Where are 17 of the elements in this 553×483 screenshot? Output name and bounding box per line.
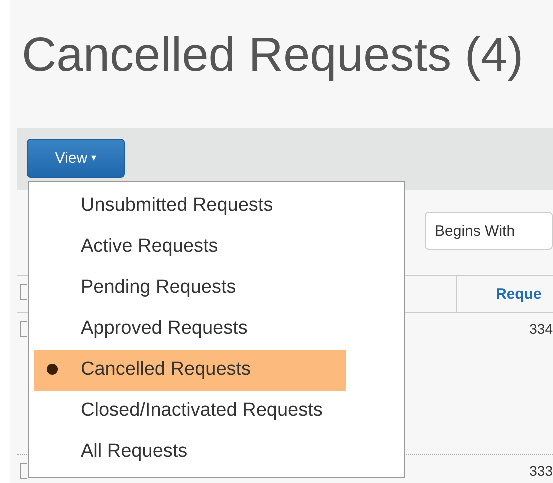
- menu-item[interactable]: Pending Requests: [34, 268, 346, 309]
- checkbox[interactable]: [20, 463, 27, 479]
- checkbox[interactable]: [20, 321, 27, 337]
- table-cell-text: 334: [528, 320, 553, 337]
- page-title: Cancelled Requests (4): [21, 28, 525, 84]
- checkbox[interactable]: [20, 284, 27, 300]
- menu-item[interactable]: Closed/Inactivated Requests: [34, 391, 346, 432]
- menu-item[interactable]: All Requests: [34, 432, 346, 473]
- menu-item[interactable]: Active Requests: [34, 227, 346, 268]
- menu-item[interactable]: Unsubmitted Requests: [34, 186, 346, 227]
- view-button[interactable]: View $^{▾}$: [27, 139, 125, 178]
- match-select[interactable]: Begins With: [425, 212, 553, 250]
- menu-item[interactable]: Cancelled Requests: [34, 350, 346, 391]
- column-header[interactable]: Reque: [457, 276, 542, 303]
- table-cell-text: 333: [528, 462, 553, 479]
- bullet-icon: [47, 364, 58, 375]
- menu-item[interactable]: Approved Requests: [34, 309, 346, 350]
